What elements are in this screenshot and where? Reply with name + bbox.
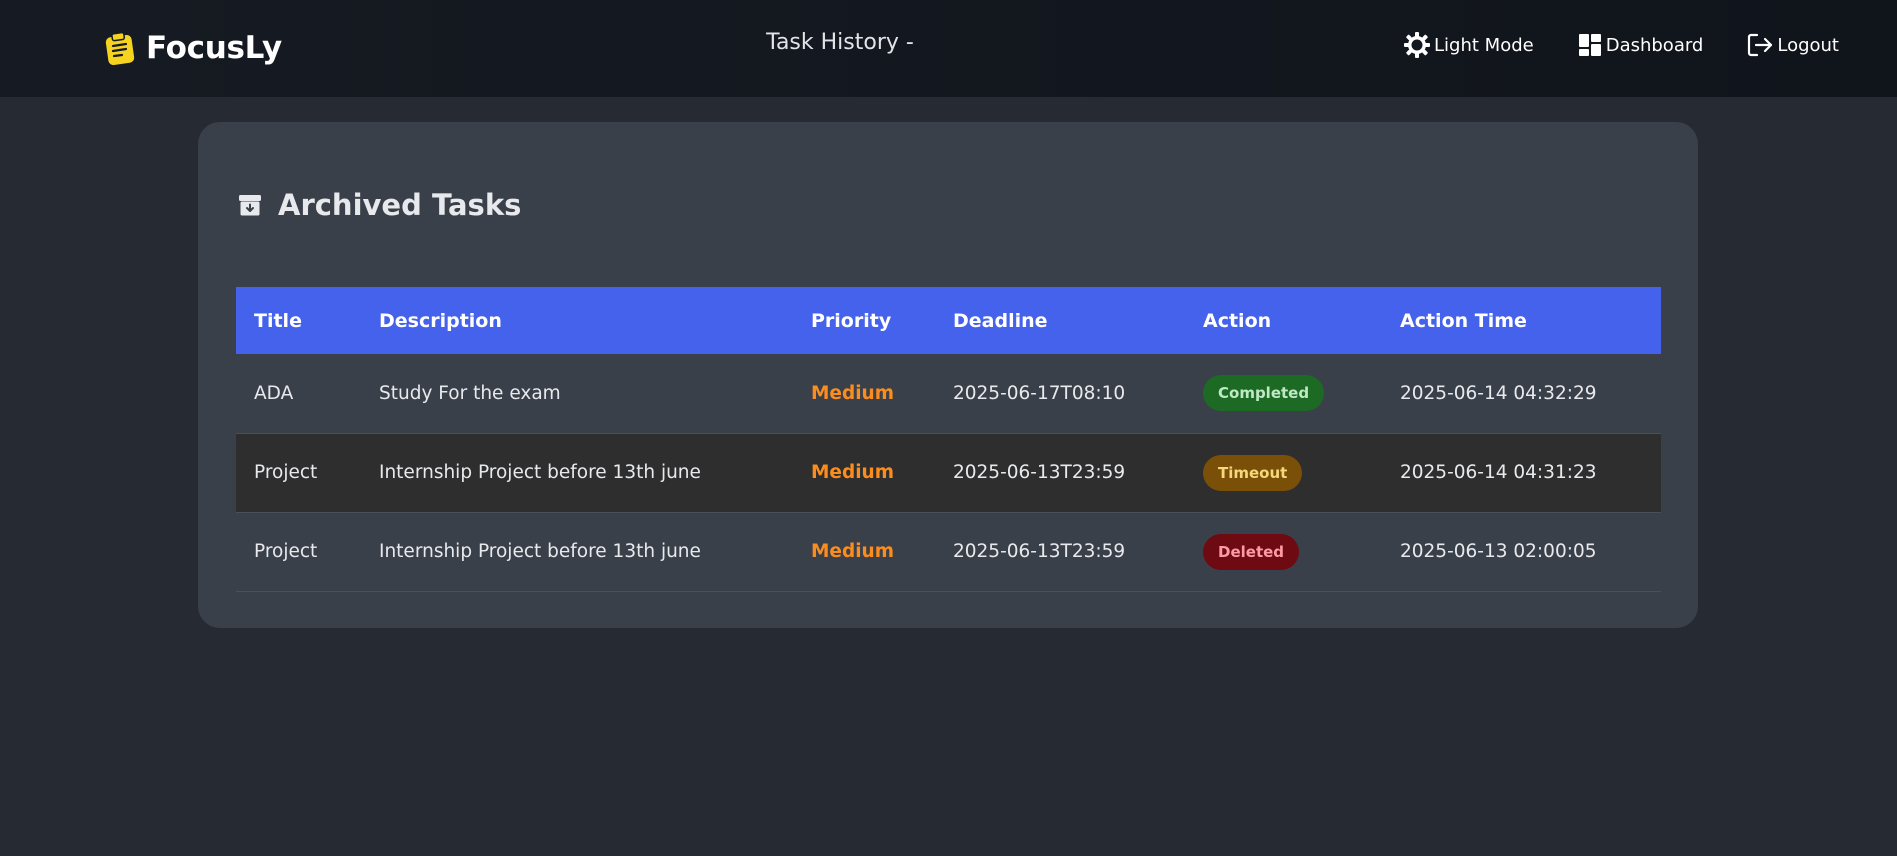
task-title: ADA <box>254 382 294 404</box>
task-action-cell: Deleted <box>1185 512 1382 591</box>
logout-link[interactable]: Logout <box>1747 33 1839 57</box>
archived-tasks-card: Archived Tasks Title Description Priorit… <box>198 122 1698 628</box>
column-header-action[interactable]: Action <box>1185 287 1382 354</box>
top-navbar: FocusLy Task History - Light Mode Dashbo… <box>0 0 1897 97</box>
sun-icon <box>1404 32 1431 58</box>
brand-name: FocusLy <box>146 30 282 66</box>
clipboard-icon <box>104 31 136 65</box>
task-title: Project <box>254 541 318 562</box>
task-deadline: 2025-06-13T23:59 <box>953 541 1126 562</box>
light-mode-label: Light Mode <box>1434 34 1534 56</box>
task-action-time: 2025-06-13 02:00:05 <box>1400 541 1597 562</box>
logout-label: Logout <box>1777 34 1839 56</box>
task-action-cell: Completed <box>1185 354 1382 433</box>
task-priority: Medium <box>811 462 894 483</box>
status-badge-deleted: Deleted <box>1203 533 1300 570</box>
task-description: Internship Project before 13th june <box>379 541 701 562</box>
task-description: Internship Project before 13th june <box>379 462 701 483</box>
logout-icon <box>1747 33 1773 57</box>
status-badge-completed: Completed <box>1203 375 1325 412</box>
page-title: Task History - <box>766 30 914 55</box>
column-header-priority[interactable]: Priority <box>793 287 935 354</box>
table-row: Project Internship Project before 13th j… <box>236 433 1661 512</box>
task-action-time: 2025-06-14 04:31:23 <box>1400 462 1597 483</box>
table-row: Project Internship Project before 13th j… <box>236 512 1661 591</box>
task-description: Study For the exam <box>379 382 561 404</box>
column-header-description[interactable]: Description <box>361 287 793 354</box>
nav-links: Light Mode Dashboard Logout <box>1404 32 1839 58</box>
archive-icon <box>238 193 262 217</box>
column-header-title[interactable]: Title <box>236 287 361 354</box>
dashboard-label: Dashboard <box>1605 34 1704 56</box>
task-priority: Medium <box>811 541 894 562</box>
archived-tasks-table: Title Description Priority Deadline Acti… <box>236 287 1661 592</box>
brand-logo[interactable]: FocusLy <box>104 28 282 68</box>
column-header-deadline[interactable]: Deadline <box>935 287 1185 354</box>
table-header-row: Title Description Priority Deadline Acti… <box>236 287 1661 354</box>
task-title: Project <box>254 462 318 483</box>
card-header: Archived Tasks <box>238 188 521 222</box>
task-action-cell: Timeout <box>1185 433 1382 512</box>
task-action-time: 2025-06-14 04:32:29 <box>1400 382 1597 404</box>
dashboard-link[interactable]: Dashboard <box>1578 33 1704 57</box>
light-mode-button[interactable]: Light Mode <box>1404 32 1534 58</box>
task-priority: Medium <box>811 382 894 404</box>
column-header-action-time[interactable]: Action Time <box>1382 287 1661 354</box>
dashboard-icon <box>1578 33 1602 57</box>
task-deadline: 2025-06-17T08:10 <box>953 382 1126 404</box>
status-badge-timeout: Timeout <box>1203 454 1303 491</box>
card-title: Archived Tasks <box>278 188 522 222</box>
table-row: ADA Study For the exam Medium 2025-06-17… <box>236 354 1661 433</box>
task-deadline: 2025-06-13T23:59 <box>953 462 1126 483</box>
